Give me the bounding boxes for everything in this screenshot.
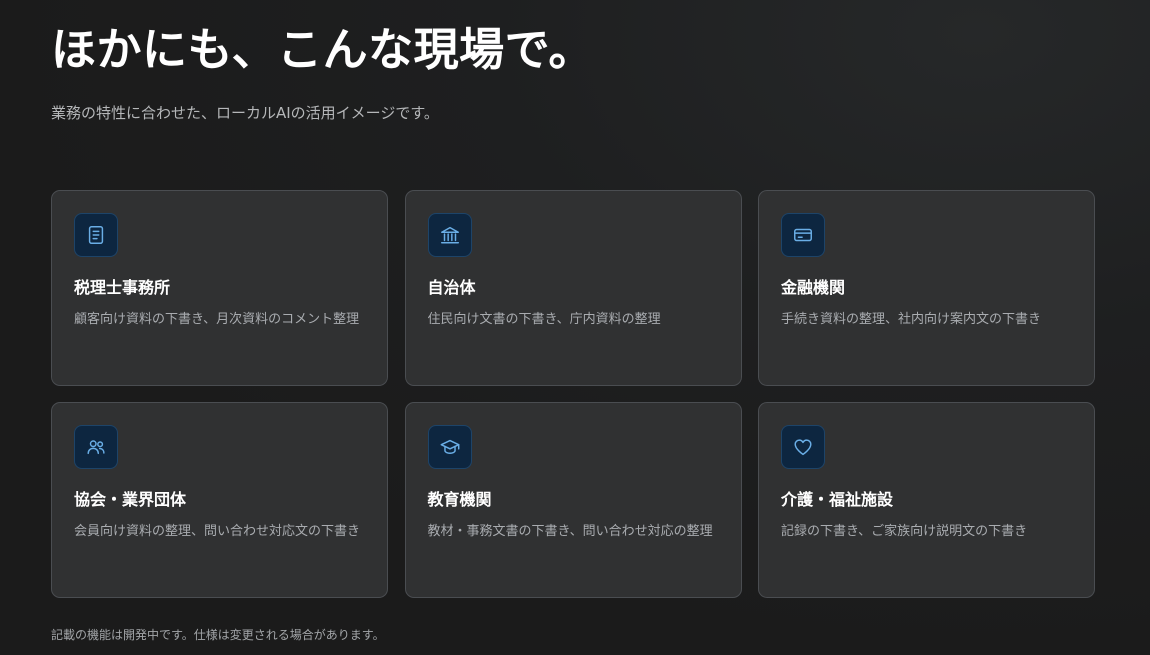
graduation-cap-icon [427,425,472,469]
card-title: 教育機関 [427,490,492,509]
card-title: 金融機関 [781,278,846,297]
use-case-card-education: 教育機関 教材・事務文書の下書き、問い合わせ対応の整理 [404,402,742,598]
use-case-card-municipality: 自治体 住民向け文書の下書き、庁内資料の整理 [404,190,742,386]
use-case-card-tax-office: 税理士事務所 顧客向け資料の下書き、月次資料のコメント整理 [51,190,388,386]
use-case-card-financial: 金融機関 手続き資料の整理、社内向け案内文の下書き [758,190,1095,386]
card-description: 教材・事務文書の下書き、問い合わせ対応の整理 [427,524,713,539]
users-icon [74,425,118,469]
document-icon [74,213,118,257]
card-title: 税理士事務所 [74,278,171,297]
card-description: 手続き資料の整理、社内向け案内文の下書き [781,312,1042,327]
card-description: 住民向け文書の下書き、庁内資料の整理 [427,312,661,327]
section-subtitle: 業務の特性に合わせた、ローカルAIの活用イメージです。 [51,104,439,122]
credit-card-icon [781,213,825,257]
card-description: 会員向け資料の整理、問い合わせ対応文の下書き [74,524,361,539]
disclaimer-note: 記載の機能は開発中です。仕様は変更される場合があります。 [51,628,385,642]
section-title: ほかにも、こんな現場で。 [51,23,594,76]
use-case-card-care-facility: 介護・福祉施設 記録の下書き、ご家族向け説明文の下書き [758,402,1095,598]
heart-icon [781,425,825,469]
card-title: 協会・業界団体 [74,490,187,509]
use-cases-section: ほかにも、こんな現場で。 業務の特性に合わせた、ローカルAIの活用イメージです。… [51,0,1095,655]
card-title: 自治体 [427,278,476,297]
use-case-card-association: 協会・業界団体 会員向け資料の整理、問い合わせ対応文の下書き [51,402,388,598]
card-description: 顧客向け資料の下書き、月次資料のコメント整理 [74,312,360,327]
use-case-grid: 税理士事務所 顧客向け資料の下書き、月次資料のコメント整理 自治体 住民向け文書… [51,190,1095,598]
card-title: 介護・福祉施設 [781,490,894,509]
card-description: 記録の下書き、ご家族向け説明文の下書き [781,524,1028,539]
government-building-icon [427,213,472,257]
